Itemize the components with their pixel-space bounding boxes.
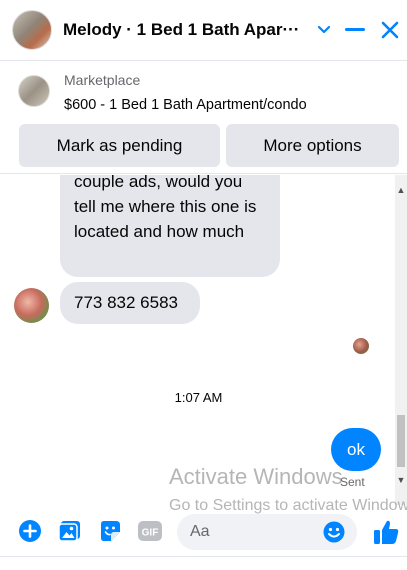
gif-label: GIF [142,528,159,539]
close-icon[interactable] [376,16,404,44]
message-input[interactable] [177,514,317,550]
message-timestamp: 1:07 AM [174,390,223,405]
more-options-button[interactable]: More options [226,124,399,167]
minimize-icon[interactable] [341,16,369,44]
message-input-wrapper[interactable] [177,514,357,550]
window-bottom-edge [0,556,407,570]
sender-avatar[interactable] [14,288,49,323]
marketplace-label: Marketplace [64,72,141,88]
listing-thumbnail[interactable] [18,75,50,107]
seen-avatar [353,338,369,354]
emoji-icon[interactable] [322,520,346,544]
activate-windows-title: Activate Windows [169,464,343,489]
marketplace-panel: Marketplace $600 - 1 Bed 1 Bath Apartmen… [0,60,407,174]
scroll-down-icon[interactable]: ▼ [396,475,406,485]
scroll-up-icon[interactable]: ▲ [396,185,406,195]
message-list: couple ads, would you tell me where this… [0,175,407,505]
chevron-down-icon[interactable] [310,16,338,44]
image-icon[interactable] [57,518,83,544]
mark-as-pending-button[interactable]: Mark as pending [19,124,220,167]
incoming-message: couple ads, would you tell me where this… [60,175,280,277]
gif-icon[interactable]: GIF [137,518,163,544]
sent-status: Sent [340,475,365,489]
chat-title[interactable]: Melody · 1 Bed 1 Bath Apar··· [63,20,309,40]
scrollbar-thumb[interactable] [397,415,405,467]
composer-bar: GIF [0,510,407,554]
plus-circle-icon[interactable] [17,518,43,544]
sticker-icon[interactable] [97,518,123,544]
listing-title[interactable]: $600 - 1 Bed 1 Bath Apartment/condo [64,97,307,113]
thumbs-up-icon[interactable] [372,518,400,546]
incoming-message: 773 832 6583 [60,282,200,324]
contact-avatar[interactable] [12,10,52,50]
